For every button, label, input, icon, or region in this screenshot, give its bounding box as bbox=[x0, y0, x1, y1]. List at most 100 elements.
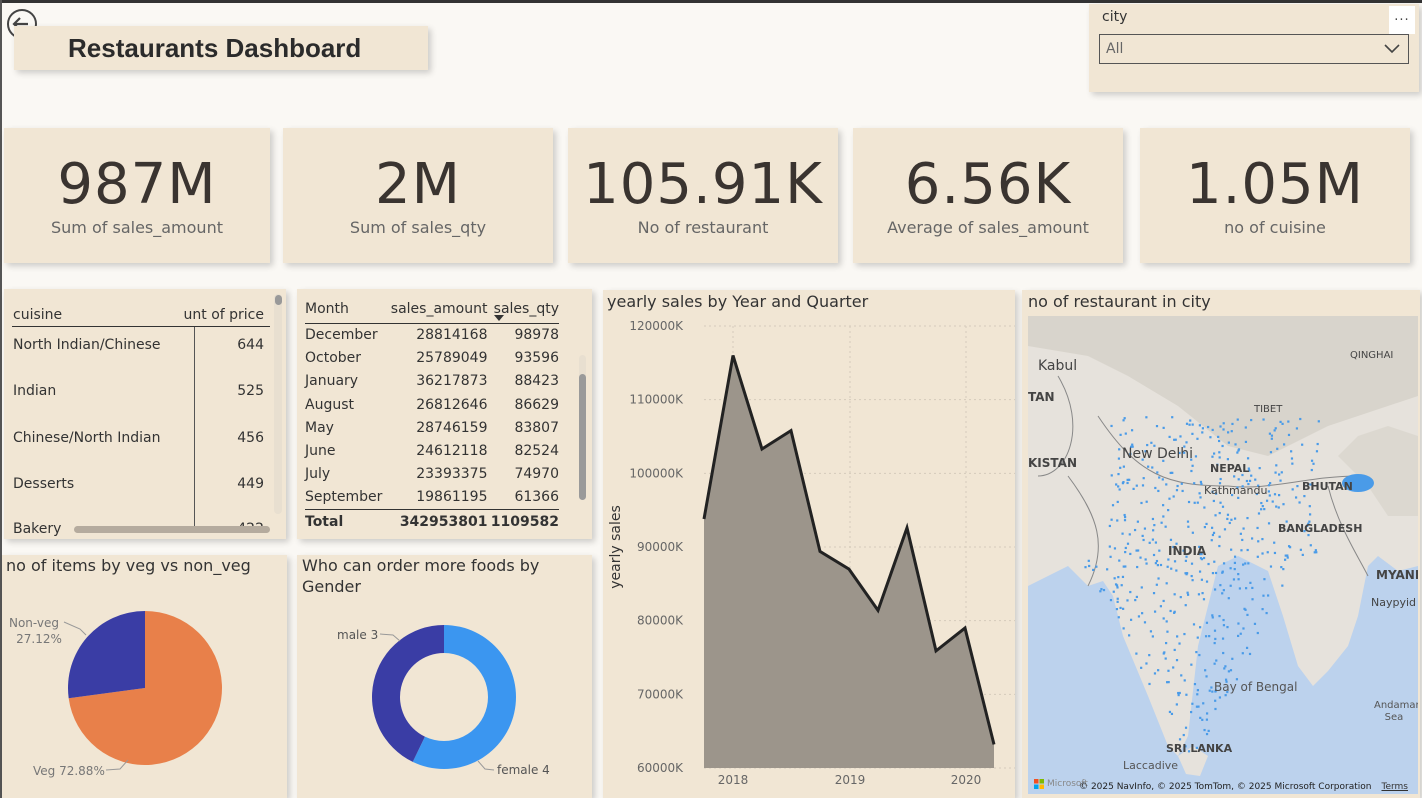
cuisine-name: Chinese/North Indian bbox=[13, 430, 161, 446]
restaurant-dot bbox=[1301, 443, 1304, 446]
column-header-count[interactable]: unt of price bbox=[184, 307, 264, 323]
sales-qty-cell: 82524 bbox=[514, 443, 559, 460]
restaurant-dot bbox=[1186, 593, 1190, 596]
restaurant-dot bbox=[1123, 515, 1127, 519]
city-dropdown[interactable]: All bbox=[1099, 34, 1409, 64]
table-row[interactable]: September 19861195 61366 bbox=[305, 486, 559, 509]
restaurant-dot bbox=[1158, 476, 1161, 479]
sales-amount-cell: 28814168 bbox=[416, 326, 488, 343]
restaurant-dot bbox=[1261, 552, 1264, 555]
restaurant-dot bbox=[1239, 532, 1242, 535]
restaurant-dot bbox=[1184, 559, 1187, 562]
restaurant-dot bbox=[1132, 487, 1135, 490]
restaurant-dot bbox=[1214, 514, 1217, 517]
table-row[interactable]: January 36217873 88423 bbox=[305, 370, 559, 393]
restaurant-dot bbox=[1153, 672, 1157, 675]
restaurant-dot bbox=[1184, 726, 1188, 729]
map-canvas[interactable]: Kabul TAN TIBET QINGHAI KISTAN New Delhi… bbox=[1028, 316, 1418, 794]
restaurant-dot bbox=[1115, 584, 1119, 587]
total-sales-qty: 1109582 bbox=[487, 508, 559, 534]
restaurant-dot bbox=[1160, 521, 1163, 524]
terms-link[interactable]: Terms bbox=[1381, 782, 1408, 792]
column-header-month[interactable]: Month bbox=[305, 295, 387, 324]
restaurant-dot bbox=[1298, 501, 1301, 504]
scrollbar-thumb[interactable] bbox=[275, 295, 282, 305]
restaurant-dot bbox=[1312, 462, 1315, 465]
restaurant-dot bbox=[1282, 503, 1285, 506]
restaurant-dot bbox=[1149, 630, 1153, 633]
restaurant-dot bbox=[1265, 611, 1268, 615]
table-row[interactable]: Desserts 449 bbox=[12, 466, 270, 512]
table-row[interactable]: October 25789049 93596 bbox=[305, 346, 559, 369]
restaurant-dot bbox=[1222, 422, 1225, 425]
restaurant-dot bbox=[1172, 495, 1175, 498]
sales-amount-cell: 28746159 bbox=[416, 419, 488, 436]
kpi-label: Sum of sales_qty bbox=[349, 217, 487, 237]
table-row[interactable]: Indian 525 bbox=[12, 373, 270, 419]
restaurant-dot bbox=[1193, 501, 1196, 504]
restaurant-dot bbox=[1178, 691, 1181, 695]
restaurant-dot bbox=[1248, 479, 1252, 482]
restaurant-dot bbox=[1120, 584, 1123, 587]
vertical-scrollbar[interactable] bbox=[274, 294, 282, 514]
restaurant-dot bbox=[1165, 641, 1168, 645]
restaurant-dot bbox=[1162, 426, 1165, 429]
restaurant-dot bbox=[1237, 448, 1241, 451]
table-row[interactable]: North Indian/Chinese 644 bbox=[12, 327, 270, 373]
restaurant-dot bbox=[1108, 545, 1111, 548]
restaurant-dot bbox=[1190, 663, 1193, 666]
restaurant-dot bbox=[1291, 462, 1294, 465]
horizontal-scrollbar[interactable] bbox=[74, 526, 270, 533]
table-row[interactable]: June 24612118 82524 bbox=[305, 439, 559, 462]
yearly-sales-area-chart: 60000K 70000K 80000K 90000K 100000K 110000K 12… bbox=[608, 319, 1015, 787]
restaurant-dot bbox=[1173, 648, 1176, 652]
restaurant-dot bbox=[1274, 427, 1277, 430]
column-header-sales-amount[interactable]: sales_amount bbox=[386, 295, 488, 324]
restaurant-dot bbox=[1251, 598, 1254, 601]
map-attribution: © 2025 NavInfo, © 2025 TomTom, © 2025 Mi… bbox=[1079, 782, 1408, 792]
restaurant-dot bbox=[1253, 622, 1257, 625]
restaurant-dot bbox=[1277, 506, 1280, 509]
month-cell: June bbox=[305, 443, 336, 460]
restaurant-dot bbox=[1251, 586, 1254, 590]
table-row[interactable]: July 23393375 74970 bbox=[305, 463, 559, 486]
leader-line bbox=[63, 621, 87, 636]
table-row[interactable]: December 28814168 98978 bbox=[305, 323, 559, 346]
restaurant-dot bbox=[1185, 422, 1189, 425]
restaurant-dot bbox=[1115, 608, 1119, 611]
map-label: BHUTAN bbox=[1302, 480, 1353, 493]
restaurant-dot bbox=[1205, 522, 1208, 526]
kpi-card-sales-qty: 2M Sum of sales_qty bbox=[283, 128, 553, 263]
restaurant-dot bbox=[1218, 696, 1222, 699]
restaurant-dot bbox=[1260, 501, 1263, 505]
vertical-scrollbar[interactable] bbox=[579, 355, 586, 500]
restaurant-dot bbox=[1281, 422, 1284, 425]
restaurant-dot bbox=[1256, 555, 1259, 558]
restaurant-dot bbox=[1117, 472, 1120, 476]
restaurant-dot bbox=[1169, 471, 1172, 475]
table-row[interactable]: May 28746159 83807 bbox=[305, 416, 559, 439]
restaurant-dot bbox=[1226, 517, 1229, 521]
restaurant-dot bbox=[1211, 428, 1214, 432]
slice-label: Veg 72.88% bbox=[33, 764, 105, 778]
table-row[interactable]: Bakery 422 bbox=[12, 511, 270, 539]
restaurant-dot bbox=[1284, 554, 1287, 557]
restaurant-dot bbox=[1084, 566, 1087, 569]
restaurant-dot bbox=[1205, 580, 1209, 583]
restaurant-dot bbox=[1275, 464, 1278, 467]
column-header-cuisine[interactable]: cuisine bbox=[13, 307, 62, 323]
restaurant-dot bbox=[1195, 651, 1198, 654]
table-row[interactable]: Chinese/North Indian 456 bbox=[12, 420, 270, 466]
restaurant-dot bbox=[1192, 623, 1196, 626]
kpi-label: No of restaurant bbox=[637, 217, 769, 237]
more-options-icon[interactable]: ··· bbox=[1389, 6, 1415, 34]
restaurant-dot bbox=[1116, 500, 1119, 504]
restaurant-dot bbox=[1191, 702, 1194, 705]
map-label: New Delhi bbox=[1122, 446, 1194, 462]
cuisine-count: 456 bbox=[237, 430, 264, 446]
scrollbar-thumb[interactable] bbox=[579, 374, 586, 500]
restaurant-dot bbox=[1154, 541, 1158, 544]
table-row[interactable]: August 26812646 86629 bbox=[305, 393, 559, 416]
restaurant-dot bbox=[1117, 457, 1121, 460]
sort-descending-icon[interactable] bbox=[494, 315, 504, 321]
